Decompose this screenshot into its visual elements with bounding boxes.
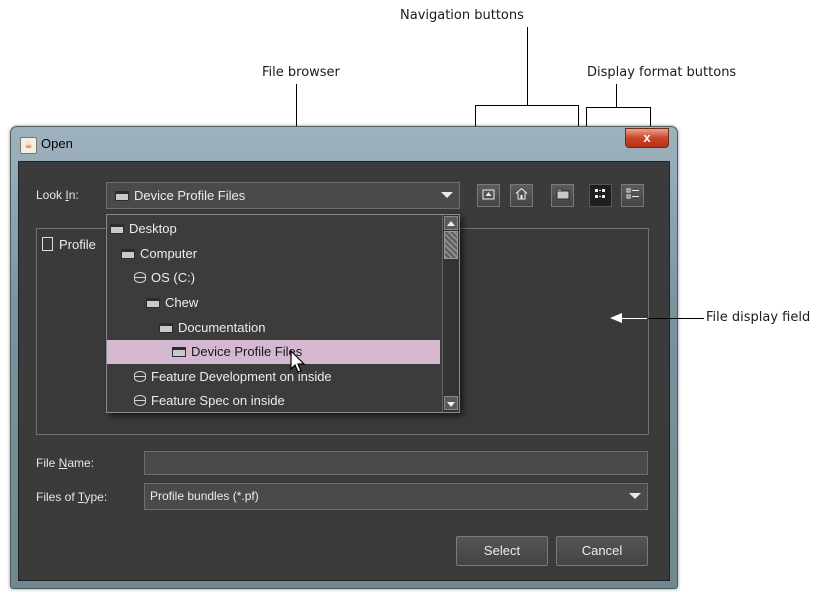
callout-line — [616, 84, 617, 107]
dropdown-item-device-profile-files[interactable]: Device Profile Files — [107, 340, 440, 364]
chevron-down-icon — [441, 192, 453, 198]
callout-file-browser: File browser — [262, 65, 340, 80]
file-item-label: Profile — [59, 237, 96, 252]
java-icon: ☕ — [20, 137, 37, 154]
folder-icon — [159, 323, 173, 333]
new-folder-icon — [556, 188, 569, 200]
callout-line — [648, 318, 704, 319]
drive-icon — [134, 371, 146, 382]
drive-icon — [134, 395, 146, 406]
dropdown-item-chew[interactable]: Chew — [107, 291, 459, 315]
file-name-input[interactable] — [144, 451, 648, 475]
home-icon — [515, 187, 528, 200]
dropdown-item-computer[interactable]: Computer — [107, 242, 454, 266]
drive-icon — [134, 272, 146, 283]
callout-line — [475, 105, 579, 106]
dropdown-item-feature-spec[interactable]: Feature Spec on inside — [107, 389, 459, 412]
folder-icon — [146, 298, 160, 308]
select-button[interactable]: Select — [456, 536, 548, 566]
arrow-up-icon — [447, 221, 455, 226]
scroll-down-button[interactable] — [444, 396, 458, 410]
arrow-down-icon — [447, 402, 455, 407]
dropdown-item-os-c[interactable]: OS (C:) — [107, 266, 459, 290]
file-item[interactable]: Profile — [42, 237, 96, 252]
details-view-button[interactable] — [621, 184, 644, 207]
callout-file-display-field: File display field — [706, 310, 811, 325]
look-in-label: Look In: — [36, 188, 79, 202]
callout-line — [586, 107, 651, 108]
up-folder-icon — [482, 189, 495, 200]
window-title: Open — [41, 136, 73, 151]
files-of-type-label: Files of Type: — [36, 490, 108, 504]
dropdown-scrollbar[interactable] — [442, 215, 459, 412]
chevron-down-icon — [629, 493, 641, 499]
folder-icon — [115, 191, 129, 201]
up-folder-button[interactable] — [477, 184, 500, 207]
dropdown-item-feature-development[interactable]: Feature Development on inside — [107, 365, 459, 389]
details-view-icon — [626, 188, 639, 199]
arrow-icon — [610, 313, 622, 323]
mouse-cursor-icon — [290, 350, 306, 373]
list-view-icon — [594, 189, 605, 198]
callout-navigation-buttons: Navigation buttons — [400, 8, 524, 23]
scroll-thumb[interactable] — [444, 231, 458, 259]
look-in-value: Device Profile Files — [134, 188, 246, 203]
list-view-button[interactable] — [589, 184, 612, 207]
folder-icon — [172, 347, 186, 357]
title-bar[interactable]: ☕ Open x — [11, 127, 677, 161]
file-name-label: File Name: — [36, 456, 95, 470]
callout-line — [527, 27, 528, 105]
look-in-dropdown-list[interactable]: Desktop Computer OS (C:) Chew Documentat… — [106, 214, 460, 413]
files-of-type-value: Profile bundles (*.pf) — [150, 489, 259, 503]
close-button[interactable]: x — [625, 128, 669, 148]
new-folder-button[interactable] — [551, 184, 574, 207]
folder-icon — [110, 224, 124, 234]
document-icon — [42, 237, 53, 251]
home-button[interactable] — [510, 184, 533, 207]
folder-icon — [121, 249, 135, 259]
dropdown-item-desktop[interactable]: Desktop — [107, 217, 443, 241]
scroll-up-button[interactable] — [444, 216, 458, 230]
callout-display-format-buttons: Display format buttons — [587, 65, 737, 80]
dropdown-item-documentation[interactable]: Documentation — [107, 316, 459, 340]
look-in-combo[interactable]: Device Profile Files — [106, 182, 460, 209]
callout-line — [622, 318, 647, 319]
files-of-type-combo[interactable]: Profile bundles (*.pf) — [144, 483, 648, 510]
cancel-button[interactable]: Cancel — [556, 536, 648, 566]
